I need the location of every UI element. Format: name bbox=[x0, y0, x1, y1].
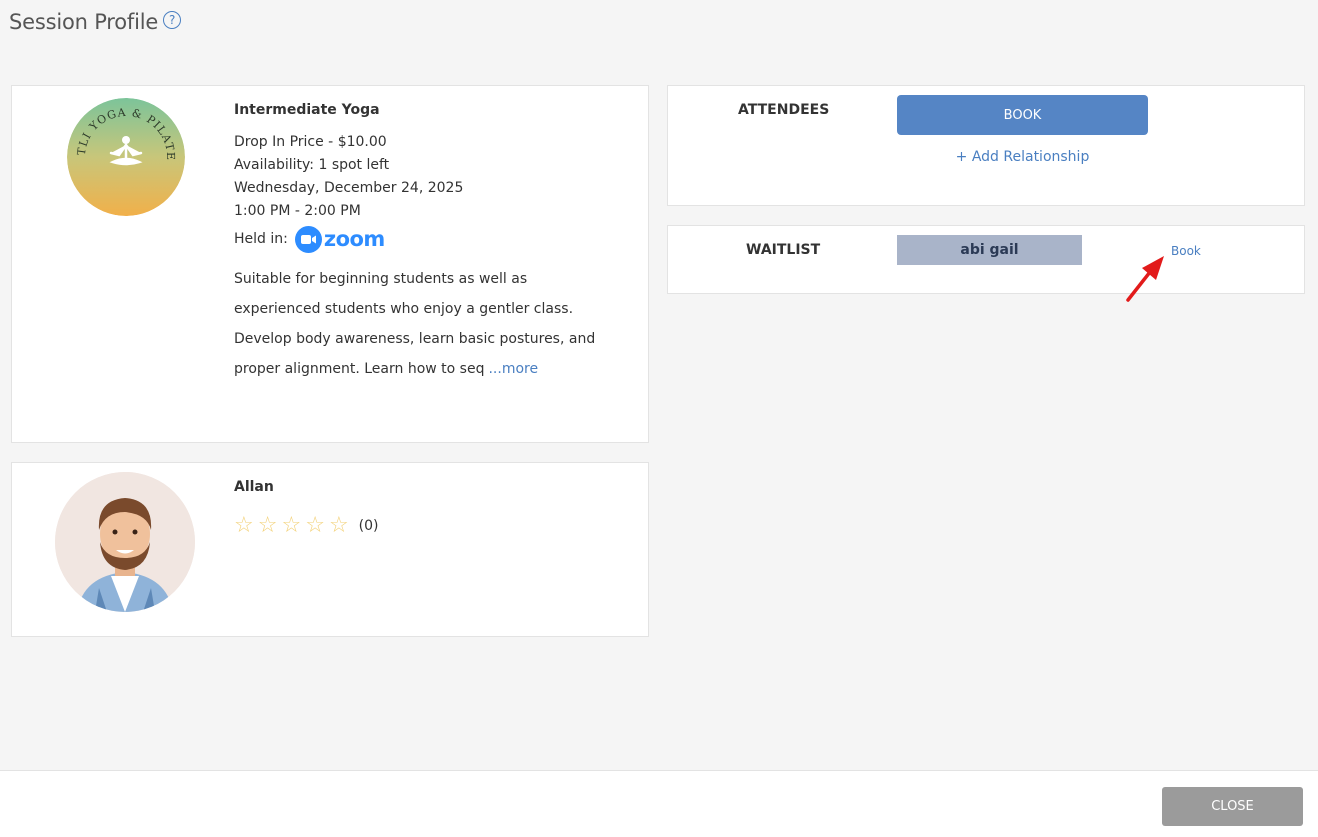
waitlist-label: WAITLIST bbox=[746, 242, 821, 258]
page-title: Session Profile ? bbox=[9, 10, 182, 34]
instructor-name: Allan bbox=[234, 479, 274, 495]
yoga-studio-logo: FITLI YOGA & PILATES bbox=[67, 98, 185, 216]
page-title-text: Session Profile bbox=[9, 10, 159, 34]
star-icon[interactable]: ☆ bbox=[281, 513, 301, 538]
annotation-arrow-icon bbox=[1124, 252, 1170, 306]
add-relationship-link[interactable]: + Add Relationship bbox=[897, 149, 1148, 165]
session-description: Suitable for beginning students as well … bbox=[234, 264, 614, 384]
zoom-logo-text: zoom bbox=[323, 227, 385, 251]
more-link[interactable]: ...more bbox=[488, 361, 538, 377]
session-description-text: Suitable for beginning students as well … bbox=[234, 271, 596, 377]
star-icon[interactable]: ☆ bbox=[258, 513, 278, 538]
session-card: FITLI YOGA & PILATES Intermediate Yoga D… bbox=[11, 85, 649, 443]
waitlist-card: WAITLIST abi gail Book bbox=[667, 225, 1305, 294]
rating-count: (0) bbox=[358, 517, 379, 534]
book-button[interactable]: BOOK bbox=[897, 95, 1148, 135]
instructor-card: Allan ☆ ☆ ☆ ☆ ☆ (0) bbox=[11, 462, 649, 637]
star-icon[interactable]: ☆ bbox=[329, 513, 349, 538]
session-info: Intermediate Yoga Drop In Price - $10.00… bbox=[234, 102, 614, 384]
footer-bar: CLOSE bbox=[0, 770, 1318, 837]
attendees-label: ATTENDEES bbox=[738, 102, 830, 118]
waitlist-entry-name: abi gail bbox=[897, 235, 1082, 265]
star-icon[interactable]: ☆ bbox=[234, 513, 254, 538]
held-in-label: Held in: bbox=[234, 231, 288, 247]
star-rating: ☆ ☆ ☆ ☆ ☆ (0) bbox=[234, 513, 379, 538]
instructor-avatar bbox=[55, 472, 195, 612]
waitlist-book-link[interactable]: Book bbox=[1171, 244, 1201, 258]
question-circle-icon[interactable]: ? bbox=[163, 11, 182, 29]
held-in-row: Held in: zoom bbox=[234, 224, 614, 254]
attendees-card: ATTENDEES BOOK + Add Relationship bbox=[667, 85, 1305, 206]
star-icon[interactable]: ☆ bbox=[305, 513, 325, 538]
close-button[interactable]: CLOSE bbox=[1162, 787, 1303, 826]
session-name: Intermediate Yoga bbox=[234, 102, 380, 118]
zoom-logo-icon: zoom bbox=[294, 225, 385, 253]
